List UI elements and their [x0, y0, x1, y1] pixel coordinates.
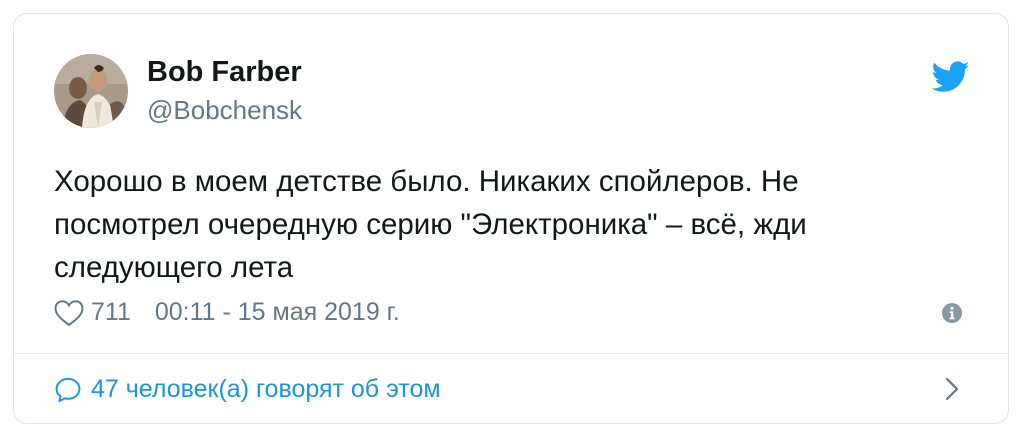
tweet-line: Хорошо в моем детстве было. Никаких спой… [54, 165, 799, 198]
divider [14, 353, 1008, 354]
info-icon[interactable] [941, 302, 963, 324]
conversation-link[interactable]: 47 человек(а) говорят об этом [54, 371, 441, 407]
conversation-label[interactable]: 47 человек(а) говорят об этом [91, 375, 441, 404]
tweet-line: посмотрел очередную серию "Электроника" … [54, 208, 807, 241]
tweet-text: Хорошо в моем детстве было. Никаких спой… [54, 160, 954, 289]
tweet-card[interactable]: Bob Farber @Bobchensk Хорошо в моем детс… [13, 13, 1009, 424]
author-handle[interactable]: @Bobchensk [147, 95, 302, 126]
tweet-meta: 711 00:11 - 15 мая 2019 г. [54, 294, 400, 330]
heart-icon[interactable] [54, 299, 84, 327]
chevron-right-icon[interactable] [944, 376, 960, 402]
author-avatar[interactable] [54, 54, 128, 128]
speech-bubble-icon [55, 377, 81, 403]
twitter-bird-icon[interactable] [932, 61, 970, 93]
tweet-line: следующего лета [54, 251, 294, 284]
tweet-timestamp[interactable]: 00:11 - 15 мая 2019 г. [155, 298, 400, 327]
like-count[interactable]: 711 [91, 298, 131, 327]
author-name[interactable]: Bob Farber [147, 56, 302, 89]
